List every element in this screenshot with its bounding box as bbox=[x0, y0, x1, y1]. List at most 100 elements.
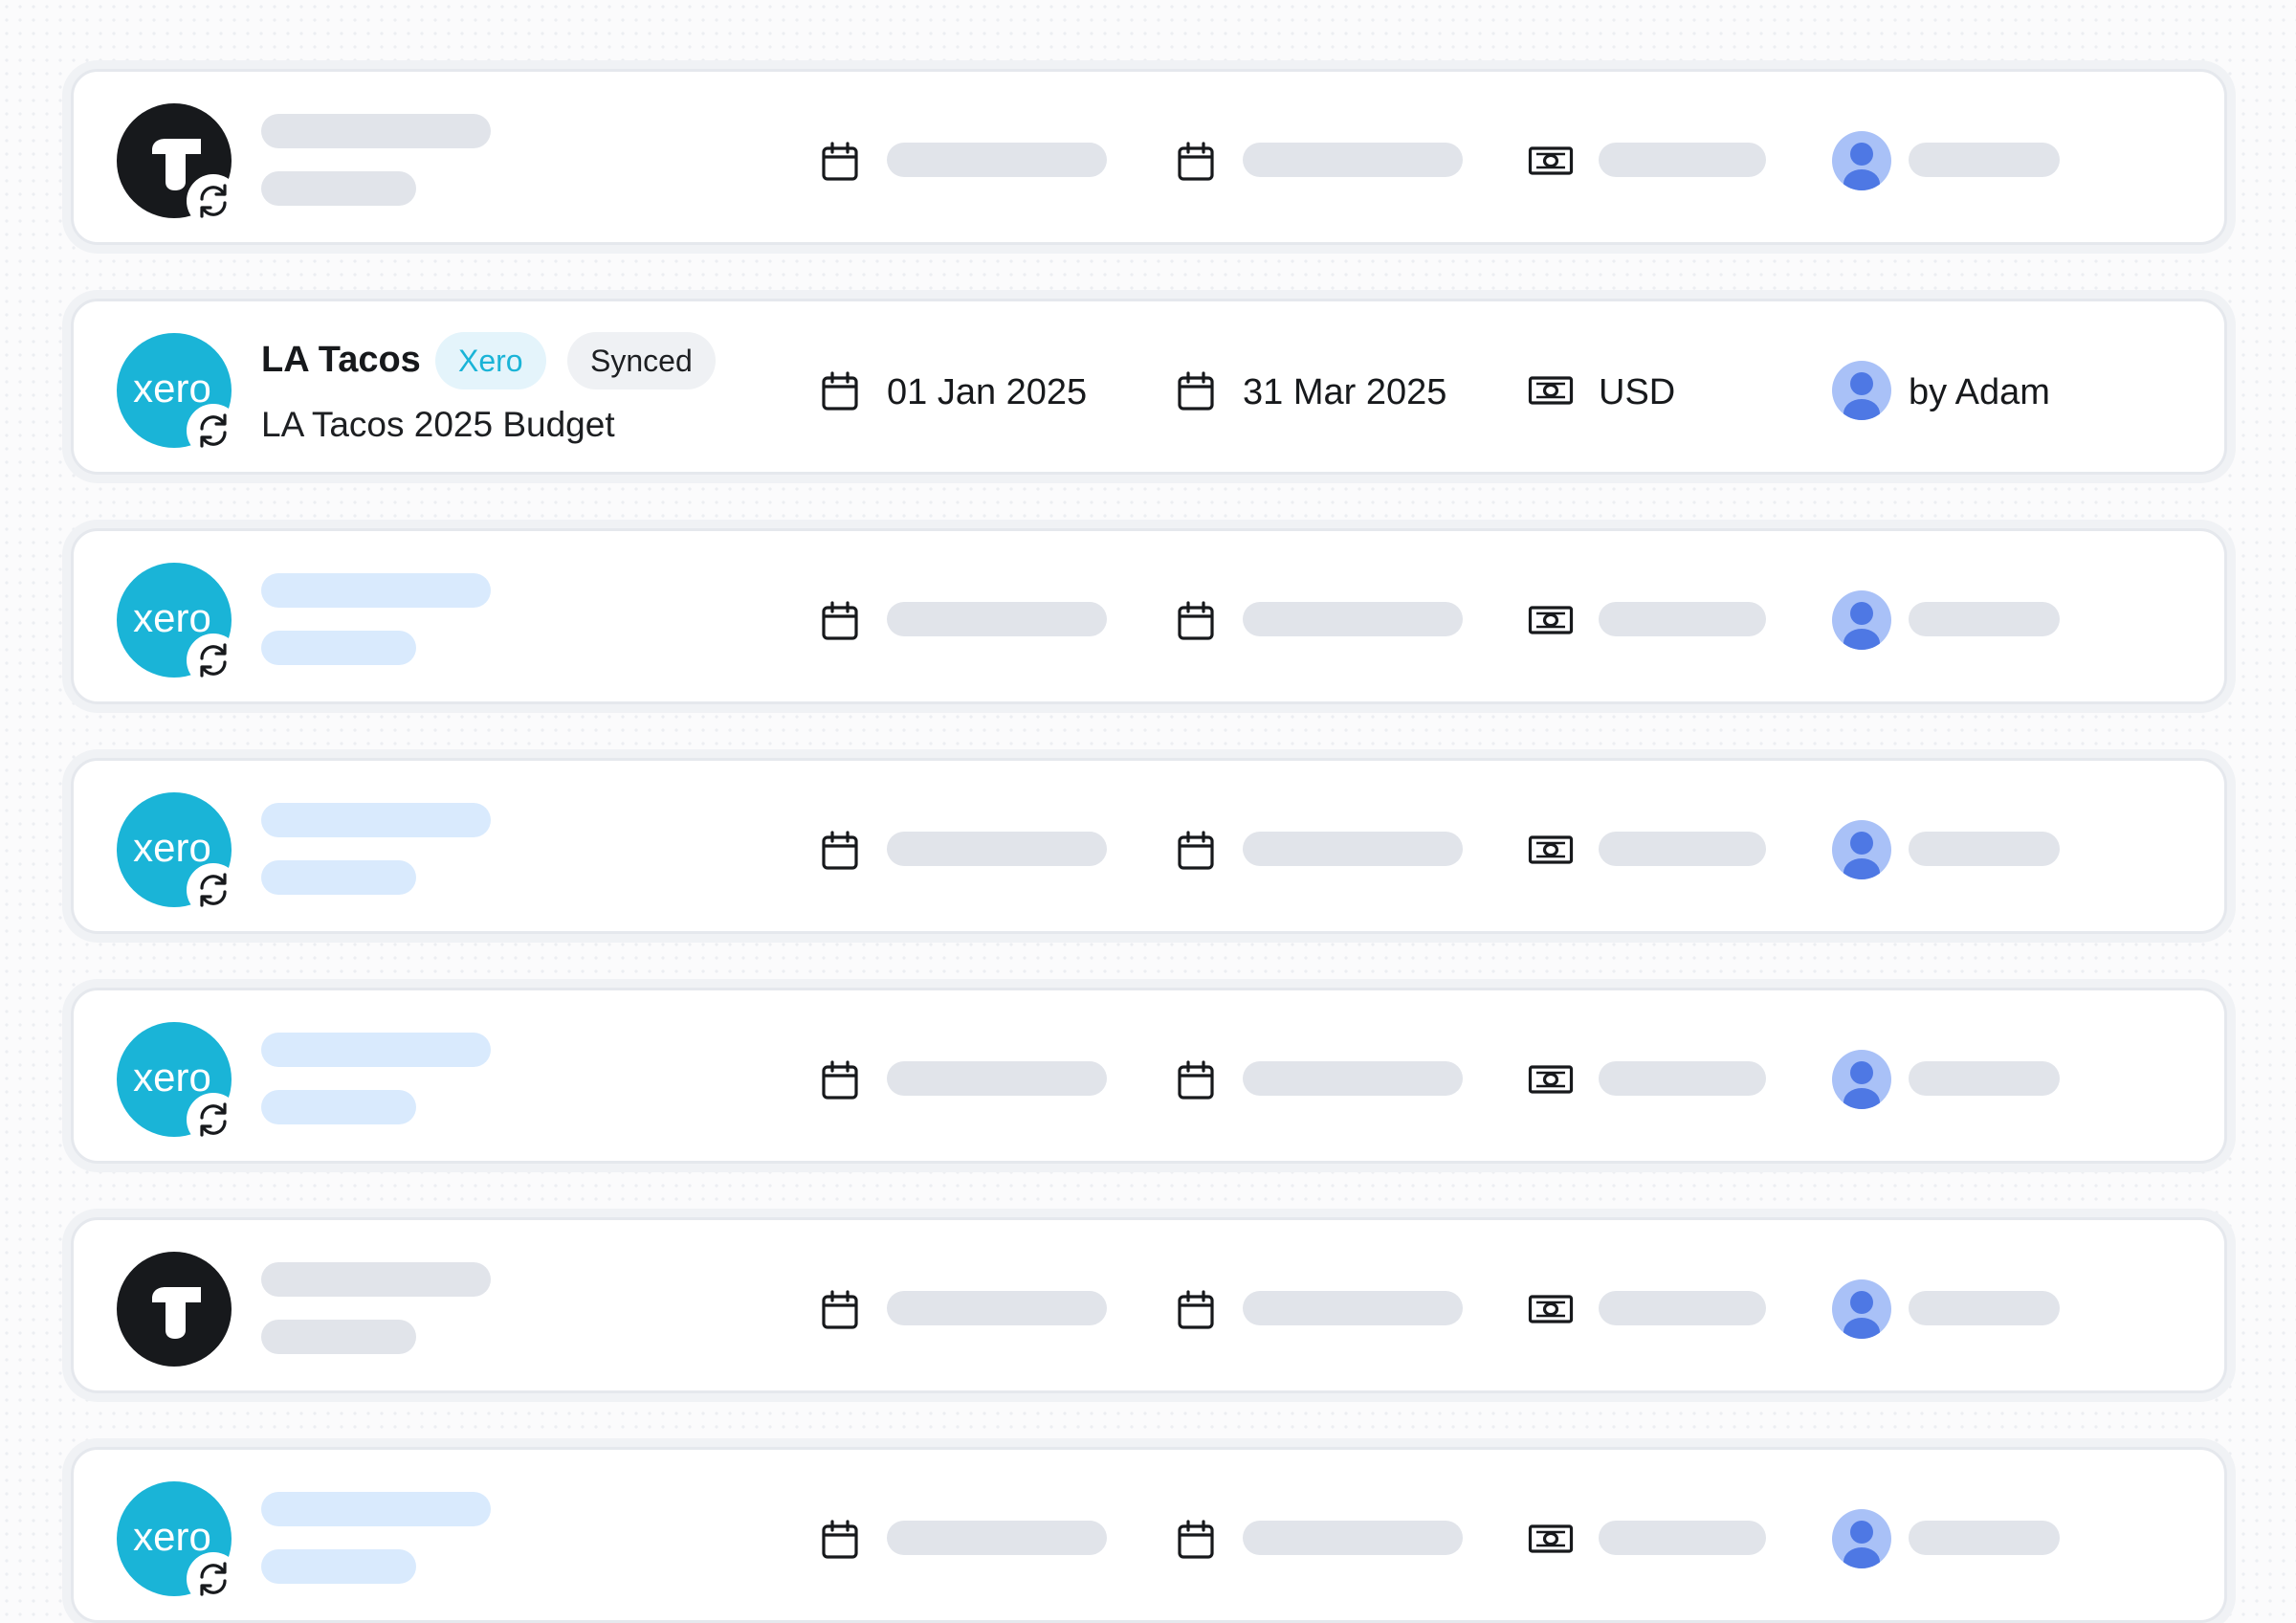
skeleton-owner bbox=[1909, 832, 2060, 866]
skeleton-end-date bbox=[1243, 1061, 1463, 1096]
skeleton-currency bbox=[1599, 1291, 1766, 1325]
calendar-icon bbox=[1178, 1060, 1214, 1100]
budget-subtitle: LA Tacos 2025 Budget bbox=[261, 405, 615, 444]
skeleton-currency bbox=[1599, 1521, 1766, 1555]
avatar-head bbox=[1850, 143, 1873, 166]
budget-row[interactable] bbox=[71, 69, 2227, 245]
xero-wordmark-text: xero bbox=[133, 825, 211, 870]
sync-icon bbox=[200, 643, 227, 678]
budget-row[interactable]: xero bbox=[71, 758, 2227, 934]
tactic-logo-icon bbox=[117, 1252, 232, 1367]
skeleton-currency bbox=[1599, 602, 1766, 636]
avatar-head bbox=[1850, 1291, 1873, 1314]
avatar-body bbox=[1843, 1088, 1880, 1109]
skeleton-start-date bbox=[887, 1521, 1107, 1555]
skeleton-owner bbox=[1909, 602, 2060, 636]
calendar-icon bbox=[1178, 371, 1214, 411]
skeleton-end-date bbox=[1243, 602, 1463, 636]
skeleton-start-date bbox=[887, 832, 1107, 866]
skeleton-subtitle bbox=[261, 1549, 416, 1584]
sync-icon bbox=[200, 413, 227, 448]
calendar-icon bbox=[1178, 831, 1214, 870]
avatar-head bbox=[1850, 602, 1873, 625]
calendar-icon bbox=[1178, 1520, 1214, 1559]
sync-status-badge bbox=[187, 1093, 240, 1146]
avatar-head bbox=[1850, 1061, 1873, 1084]
xero-wordmark-text: xero bbox=[133, 1055, 211, 1100]
status-badge: Synced bbox=[567, 332, 716, 389]
avatar-head bbox=[1850, 372, 1873, 395]
source-badge: Xero bbox=[435, 332, 546, 389]
user-avatar-icon bbox=[1832, 820, 1891, 879]
skeleton-end-date bbox=[1243, 832, 1463, 866]
budget-row[interactable]: xero bbox=[71, 1447, 2227, 1623]
cash-icon bbox=[1528, 1065, 1574, 1094]
skeleton-currency bbox=[1599, 832, 1766, 866]
calendar-icon bbox=[1178, 601, 1214, 640]
calendar-icon bbox=[822, 1520, 858, 1559]
sync-icon bbox=[200, 1562, 227, 1596]
calendar-icon bbox=[822, 601, 858, 640]
budget-row[interactable]: xero LA Tacos Xero Synced LA Tacos 2025 Bud… bbox=[71, 299, 2227, 475]
avatar-body bbox=[1843, 1318, 1880, 1339]
sync-icon bbox=[200, 1102, 227, 1137]
skeleton-end-date bbox=[1243, 1521, 1463, 1555]
skeleton-title bbox=[261, 573, 491, 608]
cash-icon bbox=[1528, 835, 1574, 864]
skeleton-title bbox=[261, 114, 491, 148]
sync-status-badge bbox=[187, 174, 240, 228]
xero-logo-icon: xero bbox=[117, 792, 240, 917]
budget-row[interactable]: xero bbox=[71, 988, 2227, 1164]
user-avatar-icon bbox=[1832, 1050, 1891, 1109]
avatar-body bbox=[1843, 399, 1880, 420]
sync-status-badge bbox=[187, 634, 240, 687]
calendar-icon bbox=[822, 1290, 858, 1329]
user-avatar-icon bbox=[1832, 361, 1891, 420]
cash-icon bbox=[1528, 146, 1574, 175]
skeleton-subtitle bbox=[261, 171, 416, 206]
cash-icon bbox=[1528, 1295, 1574, 1323]
sync-status-badge bbox=[187, 863, 240, 917]
xero-logo-icon: xero bbox=[117, 1022, 240, 1146]
skeleton-subtitle bbox=[261, 1090, 416, 1124]
user-avatar-icon bbox=[1832, 1279, 1891, 1339]
sync-icon bbox=[200, 873, 227, 907]
skeleton-currency bbox=[1599, 1061, 1766, 1096]
budget-row[interactable]: xero bbox=[71, 528, 2227, 704]
calendar-icon bbox=[822, 371, 858, 411]
user-avatar-icon bbox=[1832, 590, 1891, 650]
xero-wordmark-text: xero bbox=[133, 366, 211, 411]
avatar-head bbox=[1850, 832, 1873, 855]
calendar-icon bbox=[822, 142, 858, 181]
calendar-icon bbox=[822, 831, 858, 870]
user-avatar-icon bbox=[1832, 131, 1891, 190]
skeleton-title bbox=[261, 1492, 491, 1526]
skeleton-start-date bbox=[887, 1291, 1107, 1325]
start-date: 01 Jan 2025 bbox=[887, 372, 1088, 412]
skeleton-start-date bbox=[887, 143, 1107, 177]
cash-icon bbox=[1528, 1524, 1574, 1553]
skeleton-end-date bbox=[1243, 1291, 1463, 1325]
skeleton-end-date bbox=[1243, 143, 1463, 177]
xero-wordmark-text: xero bbox=[133, 1514, 211, 1559]
skeleton-start-date bbox=[887, 602, 1107, 636]
skeleton-owner bbox=[1909, 1061, 2060, 1096]
skeleton-start-date bbox=[887, 1061, 1107, 1096]
sync-status-badge bbox=[187, 1552, 240, 1606]
tactic-logo-icon bbox=[117, 103, 240, 228]
skeleton-owner bbox=[1909, 1291, 2060, 1325]
avatar-body bbox=[1843, 629, 1880, 650]
budget-row[interactable] bbox=[71, 1217, 2227, 1393]
end-date: 31 Mar 2025 bbox=[1243, 372, 1447, 412]
skeleton-subtitle bbox=[261, 631, 416, 665]
avatar-body bbox=[1843, 169, 1880, 190]
skeleton-owner bbox=[1909, 1521, 2060, 1555]
user-avatar-icon bbox=[1832, 1509, 1891, 1568]
budget-name: LA Tacos bbox=[261, 340, 421, 380]
avatar-body bbox=[1843, 1547, 1880, 1568]
sync-icon bbox=[200, 184, 227, 218]
owner: by Adam bbox=[1909, 372, 2050, 412]
cash-icon bbox=[1528, 376, 1574, 405]
currency: USD bbox=[1599, 372, 1676, 412]
sync-status-badge bbox=[187, 404, 240, 457]
